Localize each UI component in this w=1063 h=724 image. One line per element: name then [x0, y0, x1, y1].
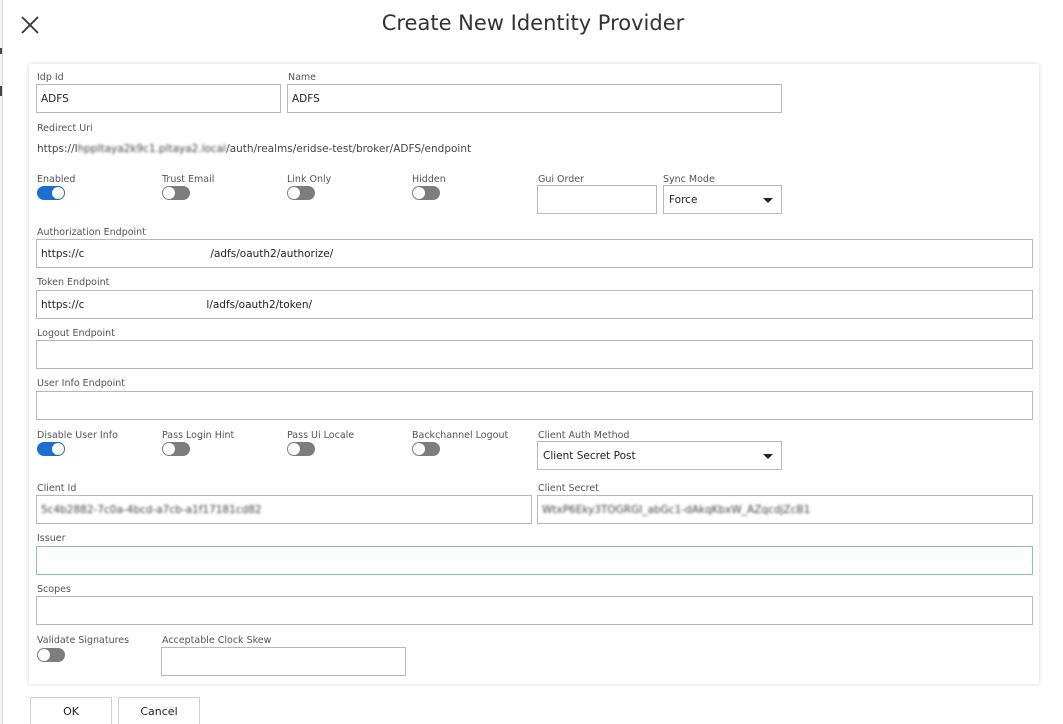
client-secret-value: WtxP6Eky3TOGRGI_abGc1-dAkqKbxW_AZqcdjZcB…	[542, 504, 811, 516]
authorization-endpoint-prefix: https://c	[41, 248, 85, 260]
validate-signatures-label: Validate Signatures	[37, 635, 130, 646]
idp-id-input[interactable]: ADFS	[36, 84, 281, 113]
backchannel-logout-label: Backchannel Logout	[412, 430, 509, 441]
client-auth-method-value: Client Secret Post	[543, 450, 636, 462]
client-secret-input[interactable]: WtxP6Eky3TOGRGI_abGc1-dAkqKbxW_AZqcdjZcB…	[537, 495, 1033, 524]
issuer-label: Issuer	[37, 533, 66, 544]
sync-mode-label: Sync Mode	[663, 174, 715, 185]
cancel-button[interactable]: Cancel	[118, 697, 200, 724]
hidden-toggle[interactable]	[412, 186, 440, 200]
authorization-endpoint-input[interactable]: https://c/adfs/oauth2/authorize/	[36, 239, 1033, 268]
pass-ui-locale-toggle[interactable]	[287, 442, 315, 456]
form-panel	[29, 64, 1039, 684]
sync-mode-value: Force	[669, 194, 698, 206]
client-auth-method-label: Client Auth Method	[538, 430, 630, 441]
hidden-label: Hidden	[412, 174, 446, 185]
chevron-down-icon	[763, 198, 773, 203]
validate-signatures-toggle[interactable]	[37, 648, 65, 662]
enabled-toggle[interactable]	[37, 186, 65, 200]
client-id-value: 5c4b2882-7c0a-4bcd-a7cb-a1f17181cd82	[41, 504, 262, 516]
token-endpoint-prefix: https://c	[41, 299, 85, 311]
pass-ui-locale-label: Pass Ui Locale	[287, 430, 355, 441]
redirect-uri-value: https://lhppltaya2k9c1.pltaya2.local/aut…	[37, 143, 471, 155]
trust-email-label: Trust Email	[162, 174, 215, 185]
gui-order-label: Gui Order	[538, 174, 585, 185]
user-info-endpoint-label: User Info Endpoint	[37, 378, 125, 389]
token-endpoint-input[interactable]: https://c l/adfs/oauth2/token/	[36, 290, 1033, 319]
link-only-toggle[interactable]	[287, 186, 315, 200]
toggle-knob	[52, 187, 64, 199]
toggle-knob	[163, 443, 175, 455]
gui-order-input[interactable]	[537, 185, 657, 214]
sync-mode-select[interactable]: Force	[663, 185, 782, 214]
backchannel-logout-toggle[interactable]	[412, 442, 440, 456]
token-endpoint-label: Token Endpoint	[37, 277, 110, 288]
toggle-knob	[288, 187, 300, 199]
toggle-knob	[413, 187, 425, 199]
scopes-label: Scopes	[37, 584, 71, 595]
client-secret-label: Client Secret	[538, 483, 599, 494]
authorization-endpoint-suffix: /adfs/oauth2/authorize/	[210, 248, 334, 260]
authorization-endpoint-label: Authorization Endpoint	[37, 227, 146, 238]
toggle-knob	[163, 187, 175, 199]
acceptable-clock-skew-label: Acceptable Clock Skew	[162, 635, 272, 646]
client-auth-method-select[interactable]: Client Secret Post	[537, 441, 782, 470]
link-only-label: Link Only	[287, 174, 332, 185]
logout-endpoint-label: Logout Endpoint	[37, 328, 115, 339]
trust-email-toggle[interactable]	[162, 186, 190, 200]
user-info-endpoint-input[interactable]	[36, 391, 1033, 420]
disable-user-info-label: Disable User Info	[37, 430, 118, 441]
client-id-input[interactable]: 5c4b2882-7c0a-4bcd-a7cb-a1f17181cd82	[36, 495, 532, 524]
pass-login-hint-label: Pass Login Hint	[162, 430, 235, 441]
toggle-knob	[38, 649, 50, 661]
chevron-down-icon	[763, 454, 773, 459]
enabled-label: Enabled	[37, 174, 76, 185]
acceptable-clock-skew-input[interactable]	[161, 647, 406, 676]
redirect-uri-suffix: /auth/realms/eridse-test/broker/ADFS/end…	[226, 143, 472, 155]
pass-login-hint-toggle[interactable]	[162, 442, 190, 456]
toggle-knob	[413, 443, 425, 455]
disable-user-info-toggle[interactable]	[37, 442, 65, 456]
scopes-input[interactable]	[36, 596, 1033, 625]
client-id-label: Client Id	[37, 483, 77, 494]
toggle-knob	[288, 443, 300, 455]
name-input[interactable]: ADFS	[287, 84, 782, 113]
redirect-uri-label: Redirect Uri	[37, 123, 93, 134]
idp-id-label: Idp Id	[37, 72, 64, 83]
redirect-uri-prefix: https://l	[37, 143, 78, 155]
logout-endpoint-input[interactable]	[36, 340, 1033, 369]
name-label: Name	[288, 72, 317, 83]
dialog-title: Create New Identity Provider	[381, 11, 685, 35]
issuer-input[interactable]	[36, 546, 1033, 575]
ok-button[interactable]: OK	[30, 697, 112, 724]
redirect-uri-redacted: hppltaya2k9c1.pltaya2.local	[77, 143, 227, 155]
token-endpoint-suffix: l/adfs/oauth2/token/	[206, 299, 313, 311]
toggle-knob	[52, 443, 64, 455]
